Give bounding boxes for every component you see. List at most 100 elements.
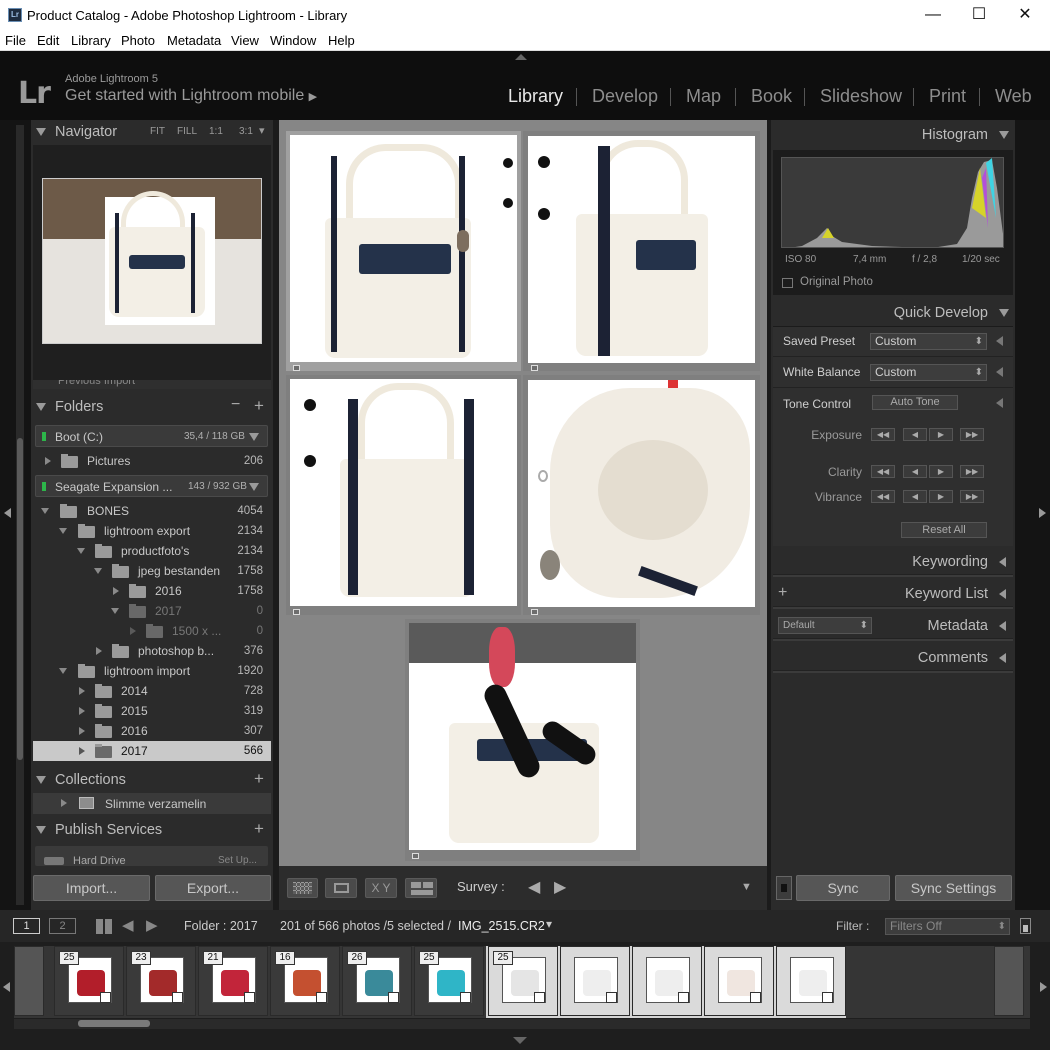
folder-2014-label[interactable]: 2014: [121, 684, 148, 698]
filename-menu-icon[interactable]: ▾: [546, 917, 552, 931]
publish-hard-drive-row[interactable]: Hard Drive Set Up...: [35, 846, 268, 866]
filmstrip-scrollbar[interactable]: [78, 1020, 150, 1027]
close-button[interactable]: ✕: [1002, 4, 1048, 28]
compare-view-button[interactable]: X Y: [365, 878, 397, 898]
vibrance-increase-large-button[interactable]: ▶▶: [960, 490, 984, 503]
stack-count-badge[interactable]: 25: [419, 951, 439, 965]
filmstrip-forward-button[interactable]: ▶: [146, 916, 158, 934]
clarity-increase-button[interactable]: ▶: [929, 465, 953, 478]
folder-2017-label[interactable]: 2017: [155, 604, 182, 618]
clarity-decrease-large-button[interactable]: ◀◀: [871, 465, 895, 478]
exposure-increase-button[interactable]: ▶: [929, 428, 953, 441]
zoom-fill[interactable]: FILL: [177, 126, 197, 137]
source-folder[interactable]: Folder : 2017: [184, 919, 258, 933]
current-filename[interactable]: IMG_2515.CR2: [458, 919, 545, 933]
menu-edit[interactable]: Edit: [37, 33, 59, 48]
folder-pictures-label[interactable]: Pictures: [87, 454, 130, 468]
filmstrip-thumbnail[interactable]: 16: [270, 946, 340, 1016]
clarity-decrease-button[interactable]: ◀: [903, 465, 927, 478]
navigator-collapse-icon[interactable]: [36, 128, 46, 136]
expand-icon[interactable]: [79, 727, 85, 735]
bottom-panel-toggle-icon[interactable]: [513, 1037, 527, 1044]
survey-view-button[interactable]: [405, 878, 437, 898]
expand-icon[interactable]: [130, 627, 136, 635]
filmstrip-partial-thumbnail[interactable]: [14, 946, 44, 1016]
folder-bones-label[interactable]: BONES: [87, 504, 129, 518]
grid-cell[interactable]: [523, 375, 760, 615]
module-book[interactable]: Book: [751, 86, 792, 107]
module-develop[interactable]: Develop: [592, 86, 658, 107]
right-panel-toggle-icon[interactable]: [1039, 508, 1046, 518]
second-window-button[interactable]: 2: [49, 918, 76, 934]
grid-cell[interactable]: [405, 619, 640, 861]
folder-2016-label[interactable]: 2016: [155, 584, 182, 598]
collapse-icon[interactable]: [59, 528, 67, 534]
expand-icon[interactable]: [45, 457, 51, 465]
stack-count-badge[interactable]: 21: [203, 951, 223, 965]
filmstrip-back-button[interactable]: ◀: [122, 916, 134, 934]
sync-button[interactable]: Sync: [796, 875, 890, 901]
filmstrip-left-toggle-icon[interactable]: [3, 982, 10, 992]
previous-photo-button[interactable]: ◀: [528, 877, 540, 897]
filmstrip-thumbnail[interactable]: 25: [488, 946, 558, 1016]
vibrance-increase-button[interactable]: ▶: [929, 490, 953, 503]
grid-mode-icon[interactable]: [96, 919, 112, 934]
white-balance-expand-icon[interactable]: [996, 367, 1003, 377]
vibrance-decrease-button[interactable]: ◀: [903, 490, 927, 503]
collapse-icon[interactable]: [41, 508, 49, 514]
collection-row[interactable]: Slimme verzamelin: [33, 793, 271, 814]
metadata-title[interactable]: Metadata: [800, 618, 988, 634]
auto-sync-switch[interactable]: [776, 876, 792, 900]
main-window-button[interactable]: 1: [13, 918, 40, 934]
flag-icon[interactable]: [293, 609, 300, 615]
auto-tone-button[interactable]: Auto Tone: [872, 395, 958, 410]
grid-cell[interactable]: [523, 131, 760, 371]
filmstrip-thumbnail[interactable]: 25: [414, 946, 484, 1016]
histogram-collapse-icon[interactable]: [999, 131, 1009, 139]
stack-count-badge[interactable]: 26: [347, 951, 367, 965]
tone-control-expand-icon[interactable]: [996, 398, 1003, 408]
module-library[interactable]: Library: [508, 86, 563, 107]
keywording-title[interactable]: Keywording: [800, 554, 988, 570]
grid-cell[interactable]: [286, 375, 521, 615]
zoom-1-1[interactable]: 1:1: [209, 126, 223, 137]
filter-dropdown[interactable]: Filters Off ⬍: [885, 918, 1010, 935]
module-print[interactable]: Print: [929, 86, 966, 107]
module-map[interactable]: Map: [686, 86, 721, 107]
flag-icon[interactable]: [293, 365, 300, 371]
collapse-icon[interactable]: [77, 548, 85, 554]
stack-count-badge[interactable]: 25: [493, 951, 513, 965]
grid-cell[interactable]: [286, 131, 521, 371]
folder-productfotos-label[interactable]: productfoto's: [121, 544, 189, 558]
zoom-fit[interactable]: FIT: [150, 126, 165, 137]
menu-help[interactable]: Help: [328, 33, 355, 48]
exposure-decrease-button[interactable]: ◀: [903, 428, 927, 441]
import-button[interactable]: Import...: [33, 875, 150, 901]
menu-metadata[interactable]: Metadata: [167, 33, 221, 48]
next-photo-button[interactable]: ▶: [554, 877, 566, 897]
comments-expand-icon[interactable]: [999, 653, 1006, 663]
previous-import-row[interactable]: Previous Import: [33, 380, 271, 389]
filmstrip-scroll-track[interactable]: [14, 1019, 1030, 1029]
flag-icon[interactable]: [531, 609, 538, 615]
flag-icon[interactable]: [531, 365, 538, 371]
volume-collapse-icon[interactable]: [249, 433, 259, 441]
filmstrip-partial-thumbnail[interactable]: [994, 946, 1024, 1016]
keyword-list-expand-icon[interactable]: [999, 589, 1006, 599]
filmstrip-right-toggle-icon[interactable]: [1040, 982, 1047, 992]
expand-icon[interactable]: [113, 587, 119, 595]
top-panel-toggle-icon[interactable]: [515, 54, 527, 60]
sync-settings-button[interactable]: Sync Settings: [895, 875, 1012, 901]
vibrance-decrease-large-button[interactable]: ◀◀: [871, 490, 895, 503]
volume-seagate[interactable]: Seagate Expansion ... 143 / 932 GB: [35, 475, 268, 497]
white-balance-dropdown[interactable]: Custom ⬍: [870, 364, 987, 381]
grid-photo[interactable]: [528, 380, 755, 607]
maximize-button[interactable]: ☐: [956, 4, 1002, 28]
saved-preset-dropdown[interactable]: Custom ⬍: [870, 333, 987, 350]
publish-setup-link[interactable]: Set Up...: [218, 855, 257, 866]
stack-count-badge[interactable]: 16: [275, 951, 295, 965]
grid-photo[interactable]: [290, 379, 517, 606]
menu-window[interactable]: Window: [270, 33, 316, 48]
keywording-expand-icon[interactable]: [999, 557, 1006, 567]
menu-file[interactable]: File: [5, 33, 26, 48]
